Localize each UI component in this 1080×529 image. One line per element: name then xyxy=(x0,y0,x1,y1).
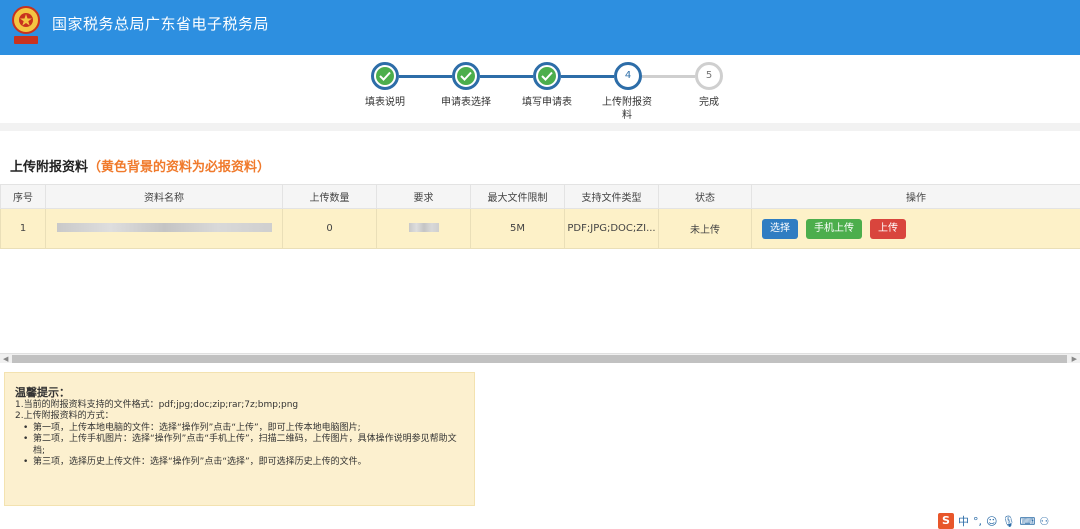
attachments-table: 序号 资料名称 上传数量 要求 最大文件限制 支持文件类型 状态 操作 1 0 … xyxy=(0,184,1080,249)
table-header-row: 序号 资料名称 上传数量 要求 最大文件限制 支持文件类型 状态 操作 xyxy=(0,184,1080,209)
col-header-index: 序号 xyxy=(0,184,46,209)
scroll-right-arrow-icon[interactable]: ▶ xyxy=(1072,354,1077,364)
punctuation-icon[interactable]: °, xyxy=(973,515,982,528)
col-header-requirement: 要求 xyxy=(376,184,471,209)
step-label: 完成 xyxy=(699,97,719,108)
cell-requirement-redacted xyxy=(376,208,471,249)
ime-language-toggle[interactable]: 中 xyxy=(958,513,969,529)
step-connector xyxy=(399,75,452,78)
redacted-text xyxy=(56,222,272,232)
check-icon xyxy=(379,71,391,81)
check-icon xyxy=(541,71,553,81)
col-header-count: 上传数量 xyxy=(282,184,377,209)
cell-status: 未上传 xyxy=(658,208,752,249)
cell-file-types: PDF;JPG;DOC;ZI... xyxy=(564,208,659,249)
tips-line: 2.上传附报资料的方式： xyxy=(15,411,114,421)
app-header: 国家税务总局广东省电子税务局 xyxy=(0,0,1080,55)
step-label: 填写申请表 xyxy=(522,97,572,108)
step-4-circle: 4 xyxy=(614,62,642,90)
user-icon[interactable]: ⚇ xyxy=(1039,515,1049,528)
list-item: 第二项，上传手机图片：选择“操作列”点击“手机上传”，扫描二维码，上传图片，具体… xyxy=(23,434,464,457)
upload-button[interactable]: 上传 xyxy=(870,218,906,239)
cell-actions: 选择 手机上传 上传 xyxy=(751,208,1080,249)
tax-emblem-icon xyxy=(12,6,40,44)
cell-index: 1 xyxy=(0,208,46,249)
section-divider xyxy=(0,123,1080,131)
step-3-circle xyxy=(533,62,561,90)
section-title-text: 上传附报资料 xyxy=(10,160,89,175)
step-label: 填表说明 xyxy=(365,97,405,108)
step-2-circle xyxy=(452,62,480,90)
tips-panel: 温馨提示： 1.当前的附报资料支持的文件格式：pdf;jpg;doc;zip;r… xyxy=(4,372,475,506)
step-number: 4 xyxy=(619,67,637,85)
step-connector xyxy=(480,75,533,78)
col-header-actions: 操作 xyxy=(751,184,1080,209)
table-row: 1 0 5M PDF;JPG;DOC;ZI... 未上传 选择 手机上传 上传 xyxy=(0,208,1080,249)
ime-toolbar[interactable]: S 中 °, ☺ 🎙 ⌨ ⚇ xyxy=(938,513,1049,529)
cell-max-size: 5M xyxy=(470,208,565,249)
list-item: 第一项，上传本地电脑的文件：选择“操作列”点击“上传”，即可上传本地电脑图片; xyxy=(23,423,464,435)
horizontal-scrollbar[interactable]: ◀ ▶ xyxy=(0,353,1080,363)
col-header-file-types: 支持文件类型 xyxy=(564,184,659,209)
microphone-icon[interactable]: 🎙 xyxy=(1001,515,1015,528)
col-header-max-size: 最大文件限制 xyxy=(470,184,565,209)
check-icon xyxy=(460,71,472,81)
sogou-logo-icon[interactable]: S xyxy=(938,513,954,529)
emoji-icon[interactable]: ☺ xyxy=(986,515,997,528)
cell-count: 0 xyxy=(282,208,377,249)
tips-line: 1.当前的附报资料支持的文件格式：pdf;jpg;doc;zip;rar;7z;… xyxy=(15,399,299,410)
step-connector xyxy=(561,75,614,78)
tips-list: 第一项，上传本地电脑的文件：选择“操作列”点击“上传”，即可上传本地电脑图片; … xyxy=(15,423,464,469)
col-header-status: 状态 xyxy=(658,184,752,209)
cell-name-redacted xyxy=(45,208,283,249)
list-item: 第三项，选择历史上传文件：选择“操作列”点击“选择”，即可选择历史上传的文件。 xyxy=(23,457,464,469)
page-title: 国家税务总局广东省电子税务局 xyxy=(52,15,270,33)
select-button[interactable]: 选择 xyxy=(762,218,798,239)
tips-title: 温馨提示： xyxy=(15,386,70,399)
step-label: 申请表选择 xyxy=(441,97,491,108)
col-header-name: 资料名称 xyxy=(45,184,283,209)
step-5-circle: 5 xyxy=(695,62,723,90)
section-title: 上传附报资料（黄色背景的资料为必报资料） xyxy=(10,156,270,175)
redacted-text xyxy=(408,222,439,232)
step-1-circle xyxy=(371,62,399,90)
step-connector xyxy=(642,75,695,78)
step-label: 上传附报资料 xyxy=(602,97,652,121)
scrollbar-thumb[interactable] xyxy=(12,355,1067,363)
step-number: 5 xyxy=(700,67,718,85)
scroll-left-arrow-icon[interactable]: ◀ xyxy=(3,354,8,364)
keyboard-icon[interactable]: ⌨ xyxy=(1019,515,1035,528)
required-note: （黄色背景的资料为必报资料） xyxy=(88,160,271,175)
mobile-upload-button[interactable]: 手机上传 xyxy=(806,218,862,239)
